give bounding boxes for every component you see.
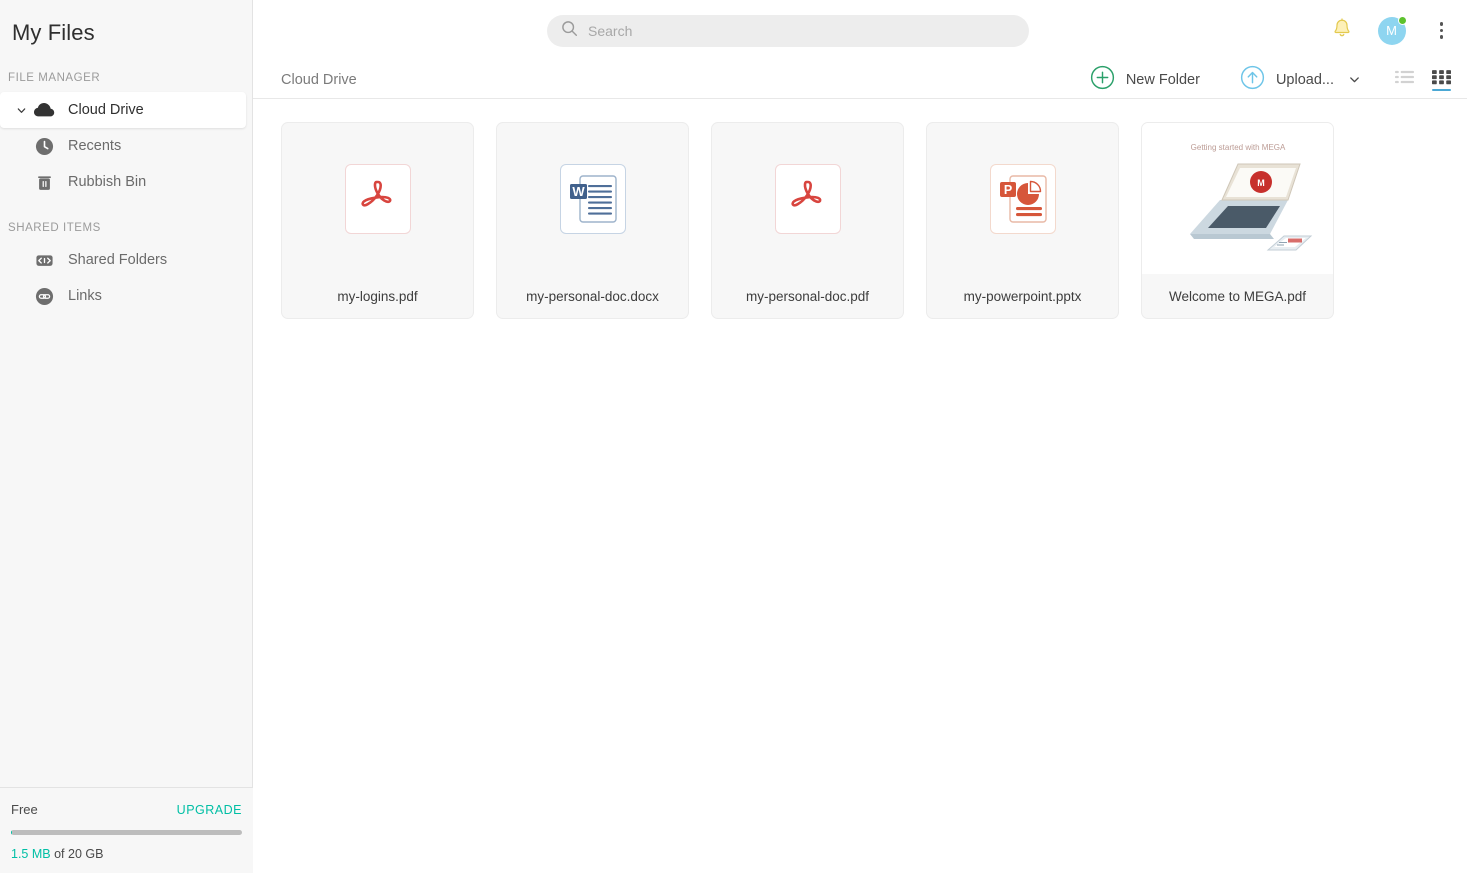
sidebar-item-label: Recents <box>68 138 122 154</box>
svg-text:Getting started with MEGA: Getting started with MEGA <box>1190 143 1285 152</box>
file-grid: my-logins.pdf W my-personal-doc.docx my-… <box>281 122 1467 319</box>
file-name-label: my-powerpoint.pptx <box>963 288 1082 304</box>
search-icon <box>561 20 578 42</box>
file-thumbnail: W <box>497 123 688 274</box>
sidebar: My Files FILE MANAGER Cloud Drive Recent… <box>0 0 253 873</box>
storage-header: Free UPGRADE <box>11 802 242 817</box>
upload-label: Upload... <box>1275 71 1334 88</box>
pdf-page-preview: Getting started with MEGA M <box>1142 123 1333 274</box>
upload-circle-icon <box>1240 65 1265 95</box>
new-folder-button[interactable]: New Folder <box>1090 65 1200 95</box>
kebab-dot <box>1439 28 1443 33</box>
trash-icon <box>29 173 59 192</box>
file-name-label: my-personal-doc.docx <box>526 288 659 304</box>
storage-widget: Free UPGRADE 1.5 MB of 20 GB <box>0 787 253 873</box>
file-thumbnail <box>712 123 903 274</box>
storage-total-value: of 20 GB <box>54 847 104 861</box>
topbar-right-controls: M <box>1332 0 1452 61</box>
view-toggle-group <box>1395 69 1451 91</box>
topbar: M <box>253 0 1467 61</box>
sidebar-item-label: Rubbish Bin <box>68 174 147 190</box>
powerpoint-file-icon: P <box>989 163 1056 234</box>
sidebar-item-label: Shared Folders <box>68 252 168 268</box>
file-card[interactable]: my-logins.pdf <box>281 122 474 319</box>
search-input[interactable] <box>588 23 1008 39</box>
sidebar-item-recents[interactable]: Recents <box>7 128 245 164</box>
file-name-label: my-personal-doc.pdf <box>745 288 870 304</box>
upgrade-link[interactable]: UPGRADE <box>177 803 242 817</box>
bell-icon[interactable] <box>1332 17 1352 44</box>
upload-button[interactable]: Upload... <box>1240 65 1334 95</box>
avatar-initial: M <box>1386 23 1397 38</box>
file-grid-container: my-logins.pdf W my-personal-doc.docx my-… <box>253 99 1467 873</box>
storage-plan-label: Free <box>11 802 38 817</box>
file-thumbnail: P <box>927 123 1118 274</box>
kebab-dot <box>1439 22 1443 26</box>
storage-used-value: 1.5 MB <box>11 847 51 861</box>
sidebar-item-label: Cloud Drive <box>68 102 144 118</box>
grid-view-icon[interactable] <box>1432 69 1451 91</box>
sidebar-item-shared-folders[interactable]: Shared Folders <box>7 242 245 278</box>
shared-folders-icon <box>29 251 59 270</box>
sidebar-item-rubbish-bin[interactable]: Rubbish Bin <box>7 164 245 200</box>
storage-usage-text: 1.5 MB of 20 GB <box>11 847 242 861</box>
toolbar: Cloud Drive New Folder Upload... <box>253 61 1467 98</box>
pdf-file-icon <box>774 163 841 234</box>
svg-text:P: P <box>1003 183 1011 197</box>
link-icon <box>29 287 59 306</box>
sidebar-item-links[interactable]: Links <box>7 278 245 314</box>
upload-chevron-down-icon[interactable] <box>1348 73 1361 86</box>
sidebar-section-shared-items-label: SHARED ITEMS <box>8 222 101 234</box>
sidebar-item-label: Links <box>68 288 102 304</box>
svg-text:M: M <box>1257 178 1265 188</box>
cloud-icon <box>29 102 59 118</box>
file-card[interactable]: Getting started with MEGA M Welcome to M… <box>1141 122 1334 319</box>
sidebar-section-file-manager-label: FILE MANAGER <box>8 72 101 84</box>
word-file-icon: W <box>559 163 626 234</box>
file-card[interactable]: W my-personal-doc.docx <box>496 122 689 319</box>
chevron-down-icon <box>13 105 29 116</box>
file-card[interactable]: my-personal-doc.pdf <box>711 122 904 319</box>
sidebar-section-file-manager: Cloud Drive Recents Rubbish Bin <box>0 92 252 200</box>
sidebar-item-cloud-drive[interactable]: Cloud Drive <box>0 92 246 128</box>
file-card[interactable]: P my-powerpoint.pptx <box>926 122 1119 319</box>
list-view-icon[interactable] <box>1395 69 1414 90</box>
search-container <box>547 15 1029 47</box>
file-name-label: my-logins.pdf <box>337 288 418 304</box>
search-box[interactable] <box>547 15 1029 47</box>
avatar[interactable]: M <box>1377 15 1407 45</box>
kebab-dot <box>1439 35 1443 39</box>
svg-text:W: W <box>572 184 585 199</box>
plus-circle-icon <box>1090 65 1115 95</box>
toolbar-actions: New Folder Upload... <box>1090 65 1451 95</box>
storage-progress-fill <box>11 830 12 835</box>
new-folder-label: New Folder <box>1125 71 1200 88</box>
sidebar-section-shared-items: Shared Folders Links <box>0 242 252 314</box>
clock-icon <box>29 137 59 156</box>
storage-progress-bar <box>11 830 242 835</box>
file-thumbnail-preview: Getting started with MEGA M <box>1142 123 1333 274</box>
online-status-dot <box>1397 15 1407 25</box>
breadcrumb[interactable]: Cloud Drive <box>281 72 357 88</box>
page-title: My Files <box>12 20 95 45</box>
app-root: My Files FILE MANAGER Cloud Drive Recent… <box>0 0 1467 873</box>
main-area: M Cloud Drive <box>253 0 1467 873</box>
pdf-file-icon <box>344 163 411 234</box>
file-name-label: Welcome to MEGA.pdf <box>1168 288 1307 304</box>
kebab-menu-icon[interactable] <box>1432 16 1452 45</box>
file-thumbnail <box>282 123 473 274</box>
